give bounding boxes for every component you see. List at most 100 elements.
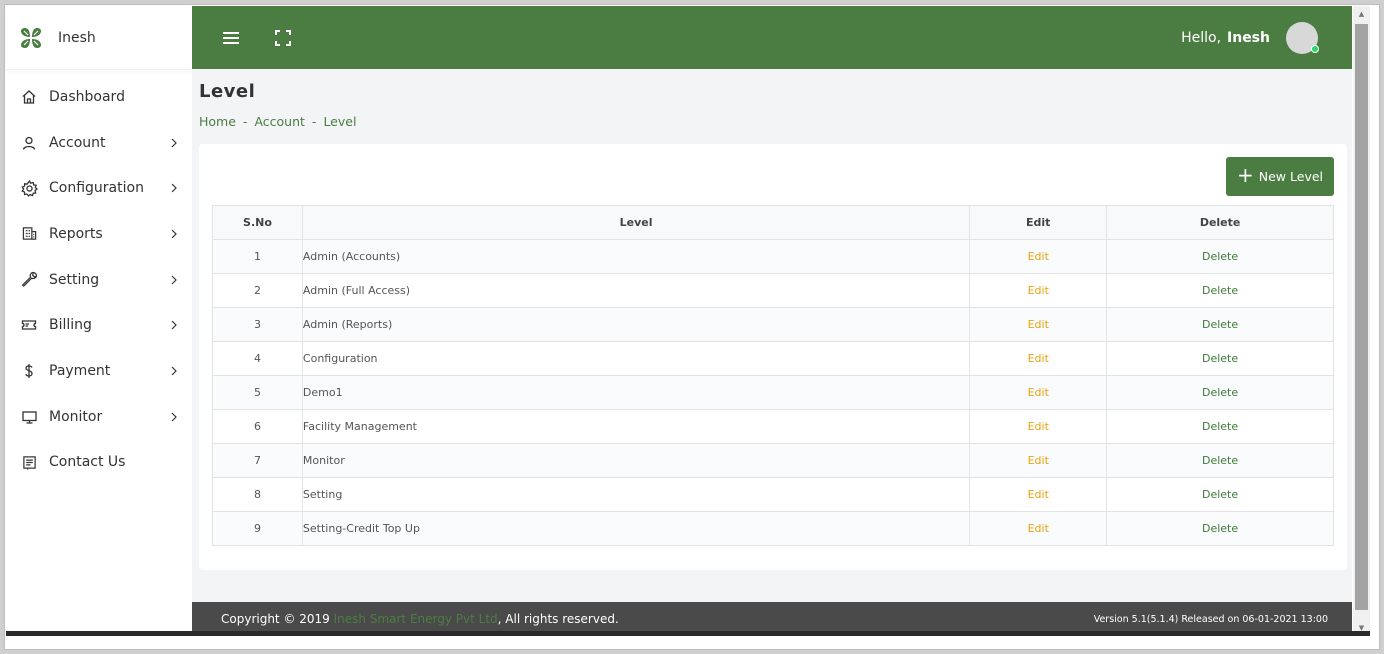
- sidebar-item-label: Dashboard: [49, 88, 125, 105]
- sidebar: Inesh Dashboard Account Configuration Re…: [6, 6, 193, 636]
- scrollbar-thumb[interactable]: [1355, 24, 1368, 610]
- delete-link[interactable]: Delete: [1106, 273, 1334, 308]
- sidebar-item-dashboard[interactable]: Dashboard: [6, 74, 193, 120]
- edit-link[interactable]: Edit: [969, 409, 1108, 444]
- edit-link[interactable]: Edit: [969, 511, 1108, 546]
- sidebar-item-label: Monitor: [49, 408, 103, 425]
- chevron-right-icon: [169, 366, 179, 376]
- copyright-prefix: Copyright © 2019: [221, 612, 330, 626]
- table-row: 8 Setting Edit Delete: [212, 477, 1334, 512]
- new-level-label: New Level: [1258, 169, 1323, 184]
- sidebar-item-label: Payment: [49, 362, 111, 379]
- row-sno: 1: [212, 239, 303, 274]
- table-header-row: S.No Level Edit Delete: [212, 205, 1334, 240]
- user-name: Inesh: [1227, 29, 1270, 46]
- dollar-icon: [20, 362, 38, 380]
- chevron-right-icon: [169, 320, 179, 330]
- scroll-up-icon[interactable]: ▲: [1353, 6, 1370, 22]
- edit-link[interactable]: Edit: [969, 443, 1108, 478]
- row-level: Admin (Accounts): [301, 239, 971, 274]
- column-header-edit[interactable]: Edit: [969, 205, 1108, 240]
- delete-link[interactable]: Delete: [1106, 375, 1334, 410]
- ticket-icon: [20, 316, 38, 334]
- row-sno: 9: [212, 511, 303, 546]
- brand-name: Inesh: [58, 29, 96, 46]
- online-status-icon: [1311, 44, 1319, 53]
- company-link[interactable]: Inesh Smart Energy Pvt Ltd: [334, 612, 498, 626]
- column-header-delete[interactable]: Delete: [1106, 205, 1334, 240]
- breadcrumb: Home - Account - Level: [199, 114, 356, 129]
- sidebar-item-label: Configuration: [49, 180, 144, 197]
- sidebar-item-account[interactable]: Account: [6, 120, 193, 166]
- edit-link[interactable]: Edit: [969, 239, 1108, 274]
- row-level: Monitor: [301, 443, 971, 478]
- user-icon: [20, 134, 38, 152]
- sidebar-item-payment[interactable]: Payment: [6, 348, 193, 394]
- delete-link[interactable]: Delete: [1106, 511, 1334, 546]
- sidebar-item-label: Contact Us: [49, 454, 126, 471]
- chevron-right-icon: [169, 412, 179, 422]
- main-content: Level Home - Account - Level + New Level…: [192, 69, 1352, 602]
- user-greeting[interactable]: Hello, Inesh: [1181, 21, 1352, 54]
- home-icon: [20, 88, 38, 106]
- delete-link[interactable]: Delete: [1106, 239, 1334, 274]
- sidebar-item-contact-us[interactable]: Contact Us: [6, 440, 193, 486]
- row-level: Configuration: [301, 341, 971, 376]
- sidebar-item-label: Reports: [49, 225, 103, 242]
- sidebar-item-billing[interactable]: Billing: [6, 302, 193, 348]
- monitor-icon: [20, 408, 38, 426]
- delete-link[interactable]: Delete: [1106, 409, 1334, 444]
- new-level-button[interactable]: + New Level: [1226, 157, 1334, 196]
- gear-icon: [20, 179, 38, 197]
- row-level: Setting: [301, 477, 971, 512]
- page-title: Level: [199, 81, 256, 102]
- sidebar-item-setting[interactable]: Setting: [6, 257, 193, 303]
- row-sno: 2: [212, 273, 303, 308]
- chevron-right-icon: [169, 183, 179, 193]
- column-header-sno[interactable]: S.No: [212, 205, 303, 240]
- delete-link[interactable]: Delete: [1106, 307, 1334, 342]
- edit-link[interactable]: Edit: [969, 341, 1108, 376]
- table-row: 5 Demo1 Edit Delete: [212, 375, 1334, 410]
- clover-icon: [20, 27, 42, 49]
- avatar[interactable]: [1286, 21, 1319, 54]
- edit-link[interactable]: Edit: [969, 477, 1108, 512]
- level-card: + New Level S.No Level Edit Delete 1 Adm…: [199, 144, 1347, 570]
- topbar: Hello, Inesh: [192, 6, 1352, 69]
- sidebar-item-configuration[interactable]: Configuration: [6, 165, 193, 211]
- vertical-scrollbar[interactable]: ▲ ▼: [1353, 6, 1370, 636]
- row-sno: 6: [212, 409, 303, 444]
- delete-link[interactable]: Delete: [1106, 477, 1334, 512]
- greeting-text: Hello,: [1181, 29, 1222, 46]
- edit-link[interactable]: Edit: [969, 273, 1108, 308]
- row-level: Admin (Full Access): [301, 273, 971, 308]
- chevron-right-icon: [169, 138, 179, 148]
- taskbar-strip: [6, 631, 1370, 636]
- edit-link[interactable]: Edit: [969, 375, 1108, 410]
- delete-link[interactable]: Delete: [1106, 443, 1334, 478]
- sidebar-item-reports[interactable]: Reports: [6, 211, 193, 257]
- breadcrumb-home[interactable]: Home: [199, 114, 236, 129]
- menu-toggle-icon[interactable]: [220, 27, 242, 49]
- row-level: Admin (Reports): [301, 307, 971, 342]
- fullscreen-icon[interactable]: [272, 27, 294, 49]
- table-row: 7 Monitor Edit Delete: [212, 443, 1334, 478]
- column-header-level[interactable]: Level: [301, 205, 971, 240]
- table-row: 2 Admin (Full Access) Edit Delete: [212, 273, 1334, 308]
- contact-icon: [20, 453, 38, 471]
- brand[interactable]: Inesh: [6, 6, 193, 70]
- edit-link[interactable]: Edit: [969, 307, 1108, 342]
- sidebar-item-monitor[interactable]: Monitor: [6, 394, 193, 440]
- row-sno: 3: [212, 307, 303, 342]
- row-sno: 4: [212, 341, 303, 376]
- plus-icon: +: [1237, 163, 1254, 187]
- table-row: 4 Configuration Edit Delete: [212, 341, 1334, 376]
- breadcrumb-account[interactable]: Account: [254, 114, 304, 129]
- building-icon: [20, 225, 38, 243]
- table-row: 6 Facility Management Edit Delete: [212, 409, 1334, 444]
- delete-link[interactable]: Delete: [1106, 341, 1334, 376]
- sidebar-nav: Dashboard Account Configuration Reports: [6, 74, 193, 485]
- row-level: Setting-Credit Top Up: [301, 511, 971, 546]
- row-sno: 7: [212, 443, 303, 478]
- row-sno: 5: [212, 375, 303, 410]
